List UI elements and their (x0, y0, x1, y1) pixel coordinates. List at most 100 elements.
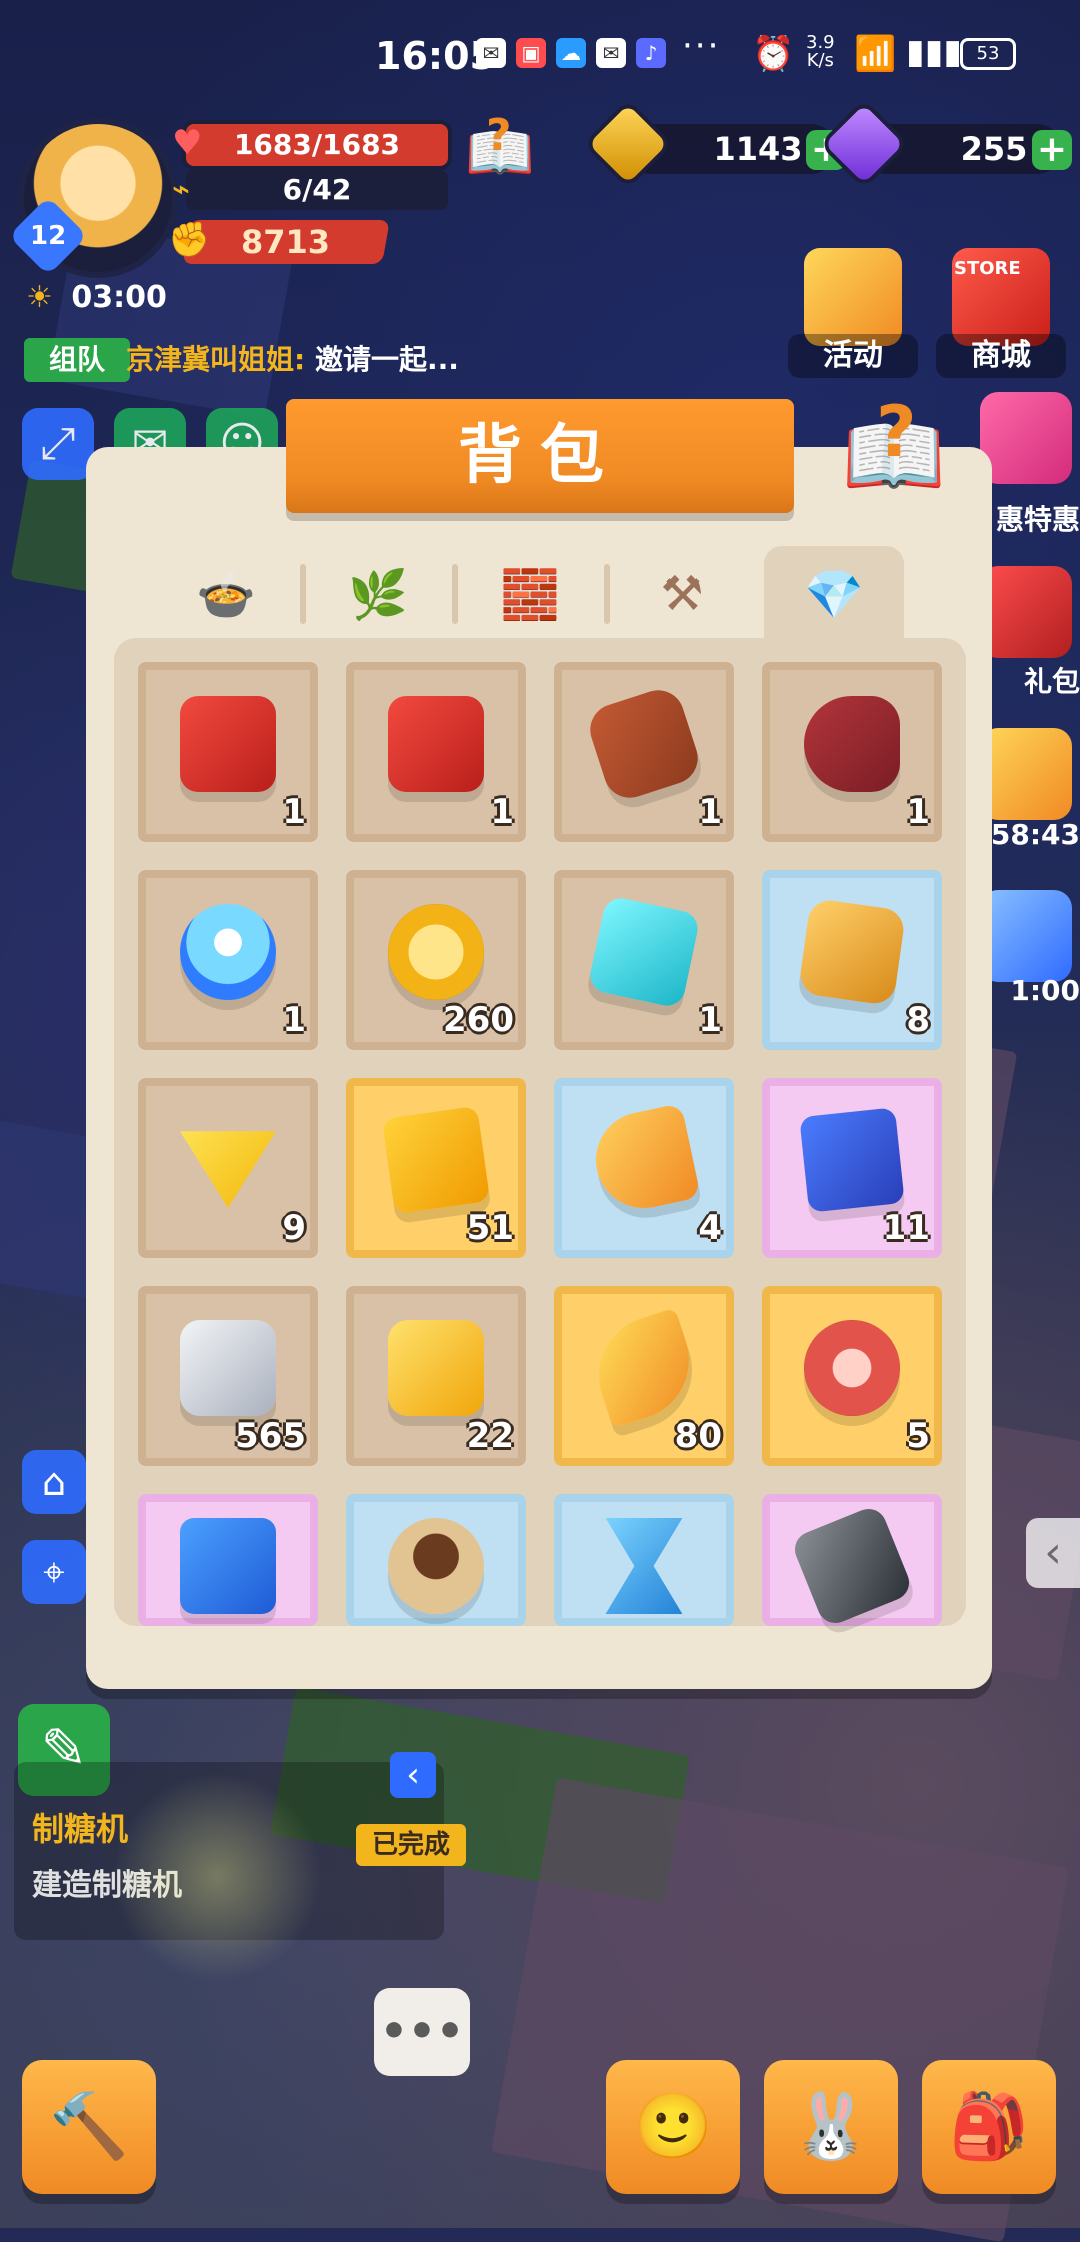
battery-indicator: 53 (960, 38, 1016, 70)
blue-book-icon (799, 1107, 905, 1213)
inventory-slot[interactable] (346, 1494, 526, 1626)
inventory-slot[interactable]: 1 (138, 870, 318, 1050)
inventory-slot[interactable]: 8 (762, 870, 942, 1050)
g-crystal-icon (587, 895, 701, 1009)
question-icon: ? (486, 110, 512, 161)
item-quantity: 1 (906, 792, 930, 832)
gift-pack-icon[interactable] (980, 566, 1072, 658)
activity-button[interactable]: 活动 (788, 248, 918, 378)
inventory-slot[interactable]: 80 (554, 1286, 734, 1466)
tab-separator (452, 564, 458, 624)
mail-icon: ✉ (476, 38, 506, 68)
inventory-slot[interactable]: 5 (762, 1286, 942, 1466)
team-tag: 组队 (24, 338, 130, 382)
limited-event-icon[interactable] (980, 728, 1072, 820)
item-quantity: 9 (282, 1208, 306, 1248)
add-purple-button[interactable]: + (1032, 130, 1072, 170)
strength-icon: ✊ (168, 220, 211, 260)
store-label: 商城 (936, 334, 1066, 378)
tab-plant[interactable]: 🌿 (308, 546, 458, 638)
tab-tools[interactable]: ⚒ (612, 546, 752, 638)
star-ticket-icon (381, 1105, 491, 1215)
chat-button[interactable]: ••• (374, 1988, 470, 2076)
weather-icon: ☁ (556, 38, 586, 68)
tab-separator (604, 564, 610, 624)
inventory-slot[interactable]: 1 (554, 662, 734, 842)
backpack-tabs: 🍲 🌿 🧱 ⚒ 💎 (156, 546, 926, 638)
inventory-slot[interactable] (138, 1494, 318, 1626)
inventory-slot[interactable]: 260 (346, 870, 526, 1050)
backpack-title: 背包 (286, 399, 794, 513)
inventory-slot[interactable]: 11 (762, 1078, 942, 1258)
power-value: 8713 (241, 223, 331, 261)
location-button[interactable]: ⌖ (22, 1540, 86, 1604)
network-speed: 3.9 K/s (806, 32, 835, 71)
timer-value: 03:00 (71, 280, 167, 315)
crystal-ball-icon (180, 904, 276, 1000)
lottery-machine-icon[interactable] (980, 890, 1072, 982)
alarm-icon: ⏰ (752, 34, 795, 74)
map-expand-icon[interactable]: ⤢ (22, 408, 94, 480)
inventory-slot[interactable]: 1 (138, 662, 318, 842)
battery-level: 53 (976, 43, 1000, 64)
item-quantity: 5 (906, 1416, 930, 1456)
hunger-bar: ⌁ 6/42 (172, 170, 448, 210)
item-quantity: 4 (698, 1208, 722, 1248)
character-button[interactable]: 🙂 (606, 2060, 740, 2194)
mystery-card-icon (797, 897, 907, 1007)
inventory-slot[interactable]: 1 (554, 870, 734, 1050)
tab-bricks[interactable]: 🧱 (460, 546, 610, 638)
help-book-button[interactable]: ? 📖 (458, 110, 542, 190)
pets-button[interactable]: 🐰 (764, 2060, 898, 2194)
gift-pack-label: 礼包 (1023, 665, 1080, 698)
crafting-hammer-button[interactable]: 🔨 (22, 2060, 156, 2194)
red-book-icon (388, 696, 484, 792)
item-quantity: 1 (698, 1000, 722, 1040)
app-icon-red: ▣ (516, 38, 546, 68)
silver-fish-medal-icon (180, 1320, 276, 1416)
yellow-gem-icon (180, 1131, 276, 1208)
g-token-icon (804, 1320, 900, 1416)
home-button[interactable]: ⌂ (22, 1450, 86, 1514)
inventory-slot[interactable]: 1 (762, 662, 942, 842)
inventory-slot[interactable] (762, 1494, 942, 1629)
item-quantity: 22 (466, 1416, 514, 1456)
store-button[interactable]: STORE 商城 (936, 248, 1066, 378)
red-book-icon (180, 696, 276, 792)
golden-leaf-icon (583, 1307, 705, 1429)
inventory-slot[interactable]: 4 (554, 1078, 734, 1258)
tab-bowl[interactable]: 🍲 (156, 546, 306, 638)
hunger-value: 6/42 (282, 173, 352, 206)
blue-chest-icon (180, 1518, 276, 1614)
inventory-slot[interactable]: 1 (346, 662, 526, 842)
gold-fish-medal-icon (388, 1320, 484, 1416)
tab-gems[interactable]: 💎 (764, 546, 904, 638)
star-activity-icon (804, 248, 902, 346)
special-offer-gift-icon[interactable] (980, 392, 1072, 484)
backpack-button[interactable]: 🎒 (922, 2060, 1056, 2194)
inventory-slot[interactable]: 51 (346, 1078, 526, 1258)
seed-bag-icon (388, 1518, 484, 1614)
tools-icon: ⚒ (660, 566, 704, 622)
time-remaining: ☀ 03:00 (26, 280, 167, 315)
collapse-quest-button[interactable]: ‹ (390, 1752, 436, 1798)
expand-right-panel-button[interactable]: ‹ (1026, 1518, 1080, 1588)
heart-icon: ♥ (172, 123, 203, 163)
inventory-grid: 1 1 1 1 1 260 1 8 9 51 4 11 565 22 80 5 (114, 638, 966, 1629)
item-quantity: 565 (235, 1416, 306, 1456)
power-bar: ✊ 8713 (168, 220, 390, 264)
item-quantity: 1 (282, 792, 306, 832)
screw-icon (789, 1503, 915, 1629)
gem-icon: 💎 (804, 567, 864, 623)
inventory-slot[interactable]: 9 (138, 1078, 318, 1258)
activity-label: 活动 (788, 334, 918, 378)
inventory-slot[interactable] (554, 1494, 734, 1626)
wifi-icon: 📶 (854, 34, 897, 74)
inventory-slot[interactable]: 565 (138, 1286, 318, 1466)
health-bar: ♥ 1683/1683 (172, 123, 448, 166)
status-notification-icons: ✉ ▣ ☁ ✉ ♪ (476, 38, 666, 68)
team-chat-row[interactable]: 组队 京津冀叫姐姐: 邀请一起... (14, 332, 514, 384)
backpack-help-button[interactable]: ? 📖 (832, 391, 956, 512)
health-value: 1683/1683 (233, 128, 401, 161)
inventory-slot[interactable]: 22 (346, 1286, 526, 1466)
